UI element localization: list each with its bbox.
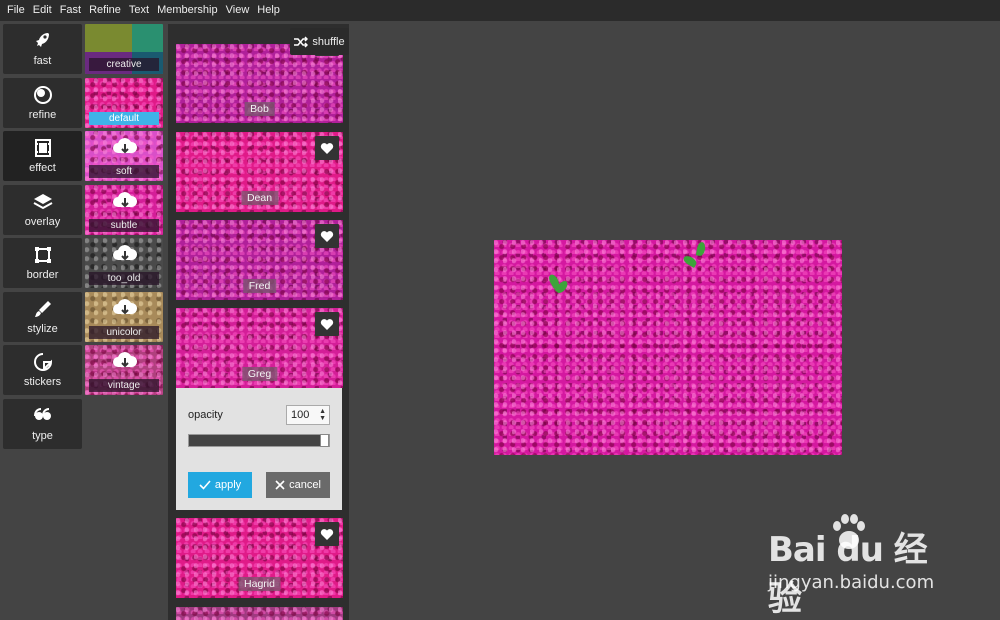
opacity-slider[interactable] — [188, 434, 330, 447]
filter-name: Bob — [244, 102, 275, 116]
preset-label: too_old — [89, 272, 159, 285]
layers-icon — [33, 193, 52, 209]
tool-effect[interactable]: effect — [3, 131, 82, 181]
watermark-url: jingyan.baidu.com — [768, 572, 935, 593]
filter-list[interactable]: Bob Dean Fred Greg Hagrid — [168, 24, 349, 620]
preset-unicolor[interactable]: unicolor — [85, 291, 163, 342]
watermark-brand: Bai du 经验 — [768, 530, 928, 619]
tool-border-label: border — [26, 269, 59, 281]
filter-bob[interactable]: Bob — [176, 44, 343, 123]
rocket-icon — [35, 33, 49, 47]
tool-stylize-label: stylize — [27, 322, 58, 335]
preset-vintage[interactable]: vintage — [85, 345, 163, 395]
cloud-download-icon — [113, 245, 138, 261]
tool-refine[interactable]: refine — [3, 77, 82, 128]
favorite-button[interactable] — [315, 312, 339, 336]
preset-list: creative default soft subtle too_old uni… — [85, 24, 163, 399]
baidu-watermark: Bai du 经验 jingyan.baidu.com — [768, 514, 958, 619]
tool-type-label: type — [32, 429, 53, 442]
menu-file[interactable]: File — [3, 0, 29, 21]
opacity-panel: opacity 100 ▲ ▼ apply cancel — [176, 388, 342, 510]
tool-overlay[interactable]: overlay — [3, 184, 82, 235]
opacity-value: 100 — [291, 409, 310, 421]
menu-help[interactable]: Help — [253, 0, 284, 21]
sticker-icon — [33, 353, 52, 371]
film-icon — [34, 139, 51, 157]
shuffle-button[interactable]: shuffle — [290, 28, 349, 55]
filter-name: Hagrid — [238, 577, 281, 591]
tool-type[interactable]: type — [3, 398, 82, 449]
stepper-arrows-icon[interactable]: ▲ ▼ — [319, 408, 326, 422]
opacity-label: opacity — [188, 409, 223, 421]
shuffle-icon — [294, 35, 309, 48]
cloud-download-icon — [113, 138, 138, 154]
cancel-button[interactable]: cancel — [266, 472, 330, 498]
preset-label: unicolor — [89, 325, 159, 339]
tool-stickers[interactable]: stickers — [3, 345, 82, 395]
filter-fred[interactable]: Fred — [176, 220, 343, 300]
menu-refine[interactable]: Refine — [85, 0, 125, 21]
tool-fast[interactable]: fast — [3, 24, 82, 74]
cancel-label: cancel — [289, 479, 321, 491]
preset-label: vintage — [89, 379, 159, 392]
close-icon — [275, 480, 285, 490]
preset-label: creative — [89, 58, 159, 71]
filter-next[interactable] — [176, 607, 343, 620]
preset-too-old[interactable]: too_old — [85, 238, 163, 288]
favorite-button[interactable] — [315, 224, 339, 248]
tool-border[interactable]: border — [3, 238, 82, 288]
tool-overlay-label: overlay — [24, 215, 61, 228]
tool-refine-label: refine — [28, 108, 57, 121]
preset-subtle[interactable]: subtle — [85, 184, 163, 235]
menu-membership[interactable]: Membership — [153, 0, 222, 21]
preset-default[interactable]: default — [85, 77, 163, 128]
cloud-download-icon — [113, 191, 138, 207]
filter-name: Dean — [240, 191, 279, 205]
preset-label: subtle — [89, 218, 159, 232]
brush-icon — [34, 300, 51, 317]
favorite-button[interactable] — [315, 136, 339, 160]
favorite-button[interactable] — [315, 522, 339, 546]
photo-content — [494, 240, 842, 455]
tool-stylize[interactable]: stylize — [3, 291, 82, 342]
heart-icon — [320, 142, 334, 154]
menu-fast[interactable]: Fast — [56, 0, 85, 21]
canvas-photo[interactable] — [494, 240, 842, 455]
tool-fast-label: fast — [33, 55, 52, 67]
shuffle-label: shuffle — [312, 35, 345, 48]
cloud-download-icon — [113, 352, 138, 368]
heart-icon — [320, 528, 334, 540]
filter-dean[interactable]: Dean — [176, 132, 343, 212]
menu-view[interactable]: View — [222, 0, 254, 21]
menu-bar: File Edit Fast Refine Text Membership Vi… — [0, 0, 1000, 21]
preset-soft[interactable]: soft — [85, 131, 163, 181]
filter-greg[interactable]: Greg — [176, 308, 343, 388]
tool-effect-label: effect — [29, 162, 56, 174]
heart-icon — [320, 230, 334, 242]
cloud-download-icon — [113, 298, 138, 314]
filter-hagrid[interactable]: Hagrid — [176, 518, 343, 598]
apply-label: apply — [214, 479, 242, 491]
border-icon — [34, 247, 51, 263]
filter-thumbnail — [176, 607, 343, 620]
filter-name: Fred — [242, 279, 277, 293]
refine-icon — [33, 85, 52, 104]
tool-stickers-label: stickers — [23, 376, 62, 388]
tool-sidebar: fast refine effect overlay border styliz… — [3, 24, 82, 452]
menu-edit[interactable]: Edit — [29, 0, 56, 21]
preset-label: soft — [89, 165, 159, 178]
check-icon — [199, 480, 211, 490]
preset-label: default — [89, 111, 159, 125]
filter-name: Greg — [241, 367, 278, 381]
apply-button[interactable]: apply — [188, 472, 252, 498]
opacity-stepper[interactable]: 100 ▲ ▼ — [286, 405, 330, 425]
heart-icon — [320, 318, 334, 330]
slider-handle[interactable] — [320, 434, 329, 447]
quote-icon — [33, 407, 51, 420]
preset-creative[interactable]: creative — [85, 24, 163, 74]
menu-text[interactable]: Text — [125, 0, 153, 21]
